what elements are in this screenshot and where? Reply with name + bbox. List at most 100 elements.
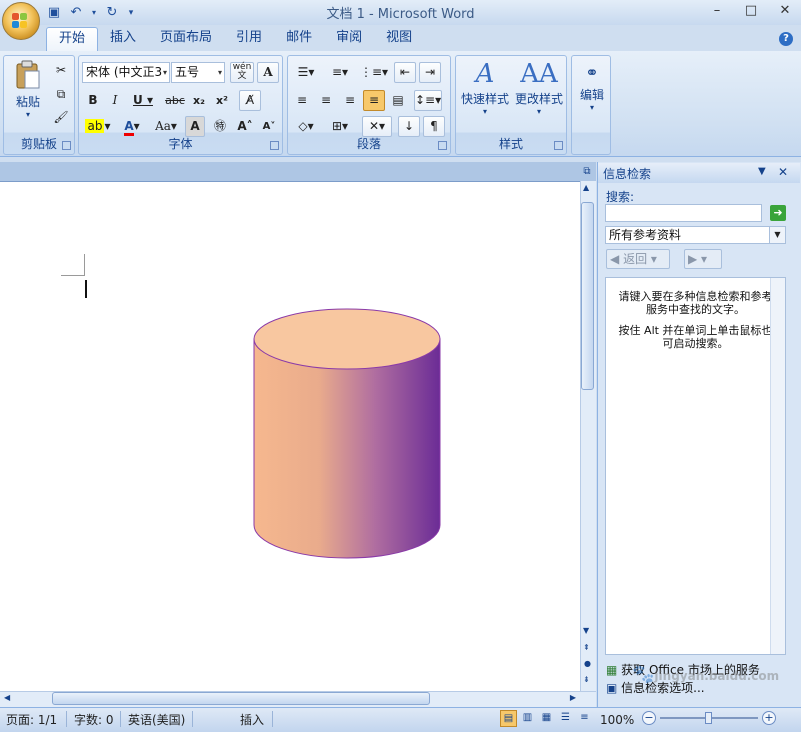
search-input[interactable]: [605, 204, 762, 222]
clear-formatting-icon[interactable]: A̸: [239, 90, 261, 111]
cylinder-shape[interactable]: [250, 305, 446, 563]
format-painter-icon[interactable]: 🖌: [52, 107, 70, 128]
tab-mailings[interactable]: 邮件: [274, 27, 324, 51]
font-size-combo[interactable]: 五号 ▾: [171, 62, 225, 83]
tab-insert[interactable]: 插入: [98, 27, 148, 51]
change-styles-button[interactable]: AA 更改样式 ▾: [512, 58, 566, 128]
tab-view[interactable]: 视图: [374, 27, 424, 51]
shading-icon[interactable]: ◇▾: [291, 116, 321, 137]
scroll-down-icon[interactable]: ▼: [583, 626, 589, 635]
font-color-icon[interactable]: A▾: [117, 116, 147, 137]
web-layout-icon[interactable]: ▦: [538, 710, 555, 727]
phonetic-guide-icon[interactable]: wén 文: [230, 62, 254, 83]
next-page-icon[interactable]: ⇟: [583, 675, 590, 684]
outline-view-icon[interactable]: ☰: [557, 710, 574, 727]
page-count[interactable]: 页面: 1/1: [6, 711, 57, 729]
forward-button[interactable]: ▶ ▾: [684, 249, 722, 269]
character-shading-icon[interactable]: A: [185, 116, 205, 137]
back-button[interactable]: ◀ 返回 ▾: [606, 249, 670, 269]
draft-view-icon[interactable]: ≡: [576, 710, 593, 727]
multilevel-list-icon[interactable]: ⋮≡▾: [359, 62, 389, 83]
character-border-icon[interactable]: A: [257, 62, 279, 83]
horizontal-scroll-thumb[interactable]: [52, 692, 430, 705]
full-screen-reading-icon[interactable]: ▥: [519, 710, 536, 727]
paste-icon: [16, 60, 40, 89]
insert-mode[interactable]: 插入: [240, 711, 264, 729]
paste-button[interactable]: 粘贴 ▾: [8, 60, 48, 126]
reference-source-select[interactable]: 所有参考资料 ▼: [605, 226, 786, 244]
chinese-layout-icon[interactable]: ✕▾: [362, 116, 392, 137]
cut-icon[interactable]: ✂: [52, 60, 70, 81]
show-marks-icon[interactable]: ¶: [423, 116, 445, 137]
language-indicator[interactable]: 英语(美国): [128, 711, 185, 729]
styles-group: A 快速样式 ▾ AA 更改样式 ▾ 样式: [455, 55, 567, 155]
tab-home[interactable]: 开始: [46, 27, 99, 51]
word-count[interactable]: 字数: 0: [74, 711, 114, 729]
font-name-combo[interactable]: 宋体 (中文正3 ▾: [82, 62, 170, 83]
view-ruler-icon[interactable]: ⧉: [580, 166, 594, 180]
pane-options-icon[interactable]: ▼: [758, 166, 766, 177]
font-group-label: 字体: [168, 137, 193, 151]
scroll-left-icon[interactable]: ◀: [4, 693, 10, 702]
change-case-icon[interactable]: Aa▾: [151, 116, 181, 137]
numbering-icon[interactable]: ≡▾: [325, 62, 355, 83]
line-spacing-icon[interactable]: ↕≡▾: [414, 90, 442, 111]
vertical-scroll-thumb[interactable]: [581, 202, 594, 390]
justify-icon[interactable]: ≡: [363, 90, 385, 111]
window-title: 文档 1 - Microsoft Word: [326, 7, 475, 22]
strikethrough-icon[interactable]: abc: [163, 90, 187, 111]
office-button[interactable]: [2, 2, 40, 40]
copy-icon[interactable]: ⧉: [52, 84, 70, 105]
font-launcher-icon[interactable]: [270, 141, 279, 150]
subscript-icon[interactable]: x₂: [189, 90, 209, 111]
clipboard-group: 粘贴 ▾ ✂ ⧉ 🖌 剪贴板: [3, 55, 75, 155]
underline-icon[interactable]: U ▾: [129, 90, 157, 111]
forward-arrow-icon: ▶: [688, 252, 698, 266]
styles-launcher-icon[interactable]: [554, 141, 563, 150]
zoom-level[interactable]: 100%: [600, 711, 634, 729]
chevron-down-icon: ▼: [769, 227, 785, 243]
zoom-slider-thumb[interactable]: [705, 712, 712, 724]
quick-styles-button[interactable]: A 快速样式 ▾: [458, 58, 512, 128]
bold-icon[interactable]: B: [83, 90, 103, 111]
tab-review[interactable]: 审阅: [324, 27, 374, 51]
tab-page-layout[interactable]: 页面布局: [148, 27, 224, 51]
editing-button[interactable]: ⚭ 编辑 ▾: [574, 60, 610, 130]
browse-object-icon[interactable]: ●: [584, 659, 591, 668]
previous-page-icon[interactable]: ⇞: [583, 643, 590, 652]
office-marketplace-link[interactable]: ▦ 获取 Office 市场上的服务: [606, 661, 760, 678]
zoom-out-icon[interactable]: −: [642, 711, 656, 725]
start-search-icon[interactable]: ➜: [770, 205, 786, 221]
status-divider: [120, 711, 121, 727]
pane-close-icon[interactable]: ✕: [778, 165, 788, 179]
superscript-icon[interactable]: x²: [212, 90, 232, 111]
zoom-in-icon[interactable]: +: [762, 711, 776, 725]
help-icon[interactable]: ?: [779, 32, 793, 46]
align-right-icon[interactable]: ≡: [339, 90, 361, 111]
results-scrollbar[interactable]: [770, 278, 785, 654]
close-icon[interactable]: ✕: [775, 2, 795, 20]
clipboard-launcher-icon[interactable]: [62, 141, 71, 150]
enclose-characters-icon[interactable]: ㊕: [209, 116, 231, 137]
print-layout-icon[interactable]: ▤: [500, 710, 517, 727]
paragraph-launcher-icon[interactable]: [438, 141, 447, 150]
sort-icon[interactable]: ↓: [398, 116, 420, 137]
bullets-icon[interactable]: ☰▾: [291, 62, 321, 83]
tab-references[interactable]: 引用: [224, 27, 274, 51]
align-left-icon[interactable]: ≡: [291, 90, 313, 111]
decrease-indent-icon[interactable]: ⇤: [394, 62, 416, 83]
maximize-icon[interactable]: □: [741, 2, 761, 20]
italic-icon[interactable]: I: [105, 90, 125, 111]
scroll-up-icon[interactable]: ▲: [583, 183, 589, 192]
grow-font-icon[interactable]: A˄: [235, 116, 255, 137]
shrink-font-icon[interactable]: A˅: [259, 116, 279, 137]
minimize-icon[interactable]: –: [707, 2, 727, 20]
scroll-right-icon[interactable]: ▶: [570, 693, 576, 702]
increase-indent-icon[interactable]: ⇥: [419, 62, 441, 83]
borders-icon[interactable]: ⊞▾: [325, 116, 355, 137]
office-marketplace-label: 获取 Office 市场上的服务: [621, 663, 760, 677]
highlight-icon[interactable]: ab ▾: [83, 116, 113, 137]
align-center-icon[interactable]: ≡: [315, 90, 337, 111]
distributed-icon[interactable]: ▤: [387, 90, 409, 111]
research-options-link[interactable]: ▣ 信息检索选项...: [606, 679, 705, 696]
